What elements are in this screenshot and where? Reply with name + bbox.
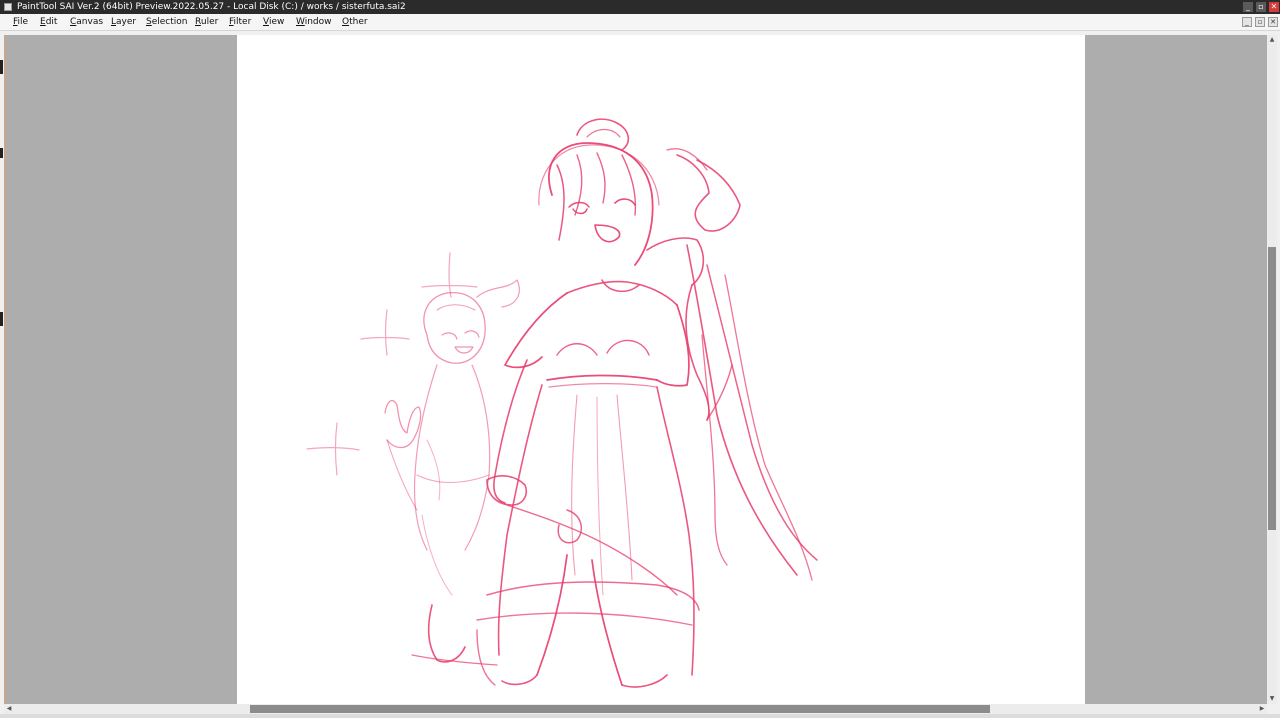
sketch-stroke (571, 394, 578, 576)
menu-selection[interactable]: Selection (144, 14, 189, 30)
sketch-stroke (656, 386, 695, 676)
sketch-stroke (614, 198, 636, 206)
doc-restore-button[interactable]: ▫ (1255, 17, 1265, 27)
sketch-stroke (486, 475, 528, 506)
sketch-stroke (421, 514, 453, 596)
background-window-edge (0, 148, 3, 158)
title-bar: PaintTool SAI Ver.2 (64bit) Preview.2022… (0, 0, 1280, 14)
sketch-stroke (536, 554, 568, 676)
sparkle-stroke (306, 422, 360, 476)
sketch-stroke (476, 629, 496, 686)
menu-file[interactable]: File (11, 14, 30, 30)
scroll-down-arrow-icon[interactable]: ▼ (1267, 694, 1277, 704)
sketch-stroke (706, 264, 818, 561)
sketch-stroke (546, 374, 658, 381)
sketch-stroke (646, 237, 705, 286)
menu-bar: File Edit Canvas Layer Selection Ruler F… (0, 14, 1280, 31)
status-strip (0, 714, 1280, 718)
sketch-stroke (566, 280, 678, 306)
menu-canvas[interactable]: Canvas (68, 14, 105, 30)
menu-other[interactable]: Other (340, 14, 370, 30)
sketch-stroke (427, 604, 466, 663)
sketch-stroke (701, 334, 728, 566)
close-button[interactable]: ✕ (1269, 2, 1279, 12)
vertical-scrollbar[interactable]: ▲ ▼ (1267, 35, 1277, 704)
scroll-right-arrow-icon[interactable]: ▶ (1257, 704, 1267, 714)
menu-edit[interactable]: Edit (38, 14, 59, 30)
menu-view[interactable]: View (261, 14, 286, 30)
sketch-stroke (596, 152, 606, 204)
sketch-stroke (594, 224, 621, 243)
minimize-button[interactable]: _ (1243, 2, 1253, 12)
menu-layer[interactable]: Layer (109, 14, 138, 30)
sketch-stroke (441, 330, 480, 340)
sketch-stroke (504, 292, 568, 369)
sketch-stroke (676, 154, 741, 232)
sketch-stroke (591, 559, 623, 686)
restore-button[interactable]: ▫ (1256, 2, 1266, 12)
sketch-stroke (436, 304, 476, 311)
sketch-stroke (656, 304, 690, 387)
background-window-edge (0, 60, 3, 74)
sketch-stroke (586, 128, 621, 138)
sketch-stroke (557, 509, 583, 544)
sketch-stroke (556, 164, 565, 241)
app-icon[interactable] (4, 3, 12, 11)
sketch-stroke (426, 439, 441, 501)
menu-filter[interactable]: Filter (227, 14, 253, 30)
sketch-stroke (574, 154, 583, 216)
scroll-left-arrow-icon[interactable]: ◀ (4, 704, 14, 714)
sketch-stroke (476, 612, 693, 626)
horizontal-scrollbar[interactable]: ◀ ▶ (4, 704, 1267, 714)
sketch-stroke (413, 364, 438, 551)
vertical-scroll-thumb[interactable] (1268, 247, 1276, 530)
scroll-up-arrow-icon[interactable]: ▲ (1267, 35, 1277, 45)
sketch-stroke (501, 674, 538, 686)
sparkle-stroke (360, 309, 410, 356)
menu-ruler[interactable]: Ruler (193, 14, 220, 30)
window-title: PaintTool SAI Ver.2 (64bit) Preview.2022… (17, 2, 406, 12)
sketch-stroke (384, 399, 422, 449)
sketch-stroke (476, 279, 520, 308)
sketch-stroke (686, 244, 798, 576)
horizontal-scroll-thumb[interactable] (250, 705, 990, 713)
doc-close-button[interactable]: ✕ (1268, 17, 1278, 27)
sketch-stroke (596, 396, 604, 596)
sketch-stroke (621, 154, 637, 216)
sketch-stroke (464, 364, 491, 551)
canvas-paper[interactable] (237, 35, 1085, 704)
sketch-stroke (386, 439, 418, 511)
sketch-stroke (556, 339, 650, 356)
menu-window[interactable]: Window (294, 14, 334, 30)
sketch-stroke (454, 346, 474, 354)
sketch-drawing (306, 118, 818, 688)
sketch-stroke (423, 292, 486, 364)
background-window-edge (0, 312, 3, 326)
sketch-stroke (548, 383, 658, 388)
sketch-stroke (416, 474, 490, 483)
doc-minimize-button[interactable]: _ (1242, 17, 1252, 27)
sparkle-stroke (421, 252, 478, 298)
sketch-stroke (621, 674, 668, 688)
